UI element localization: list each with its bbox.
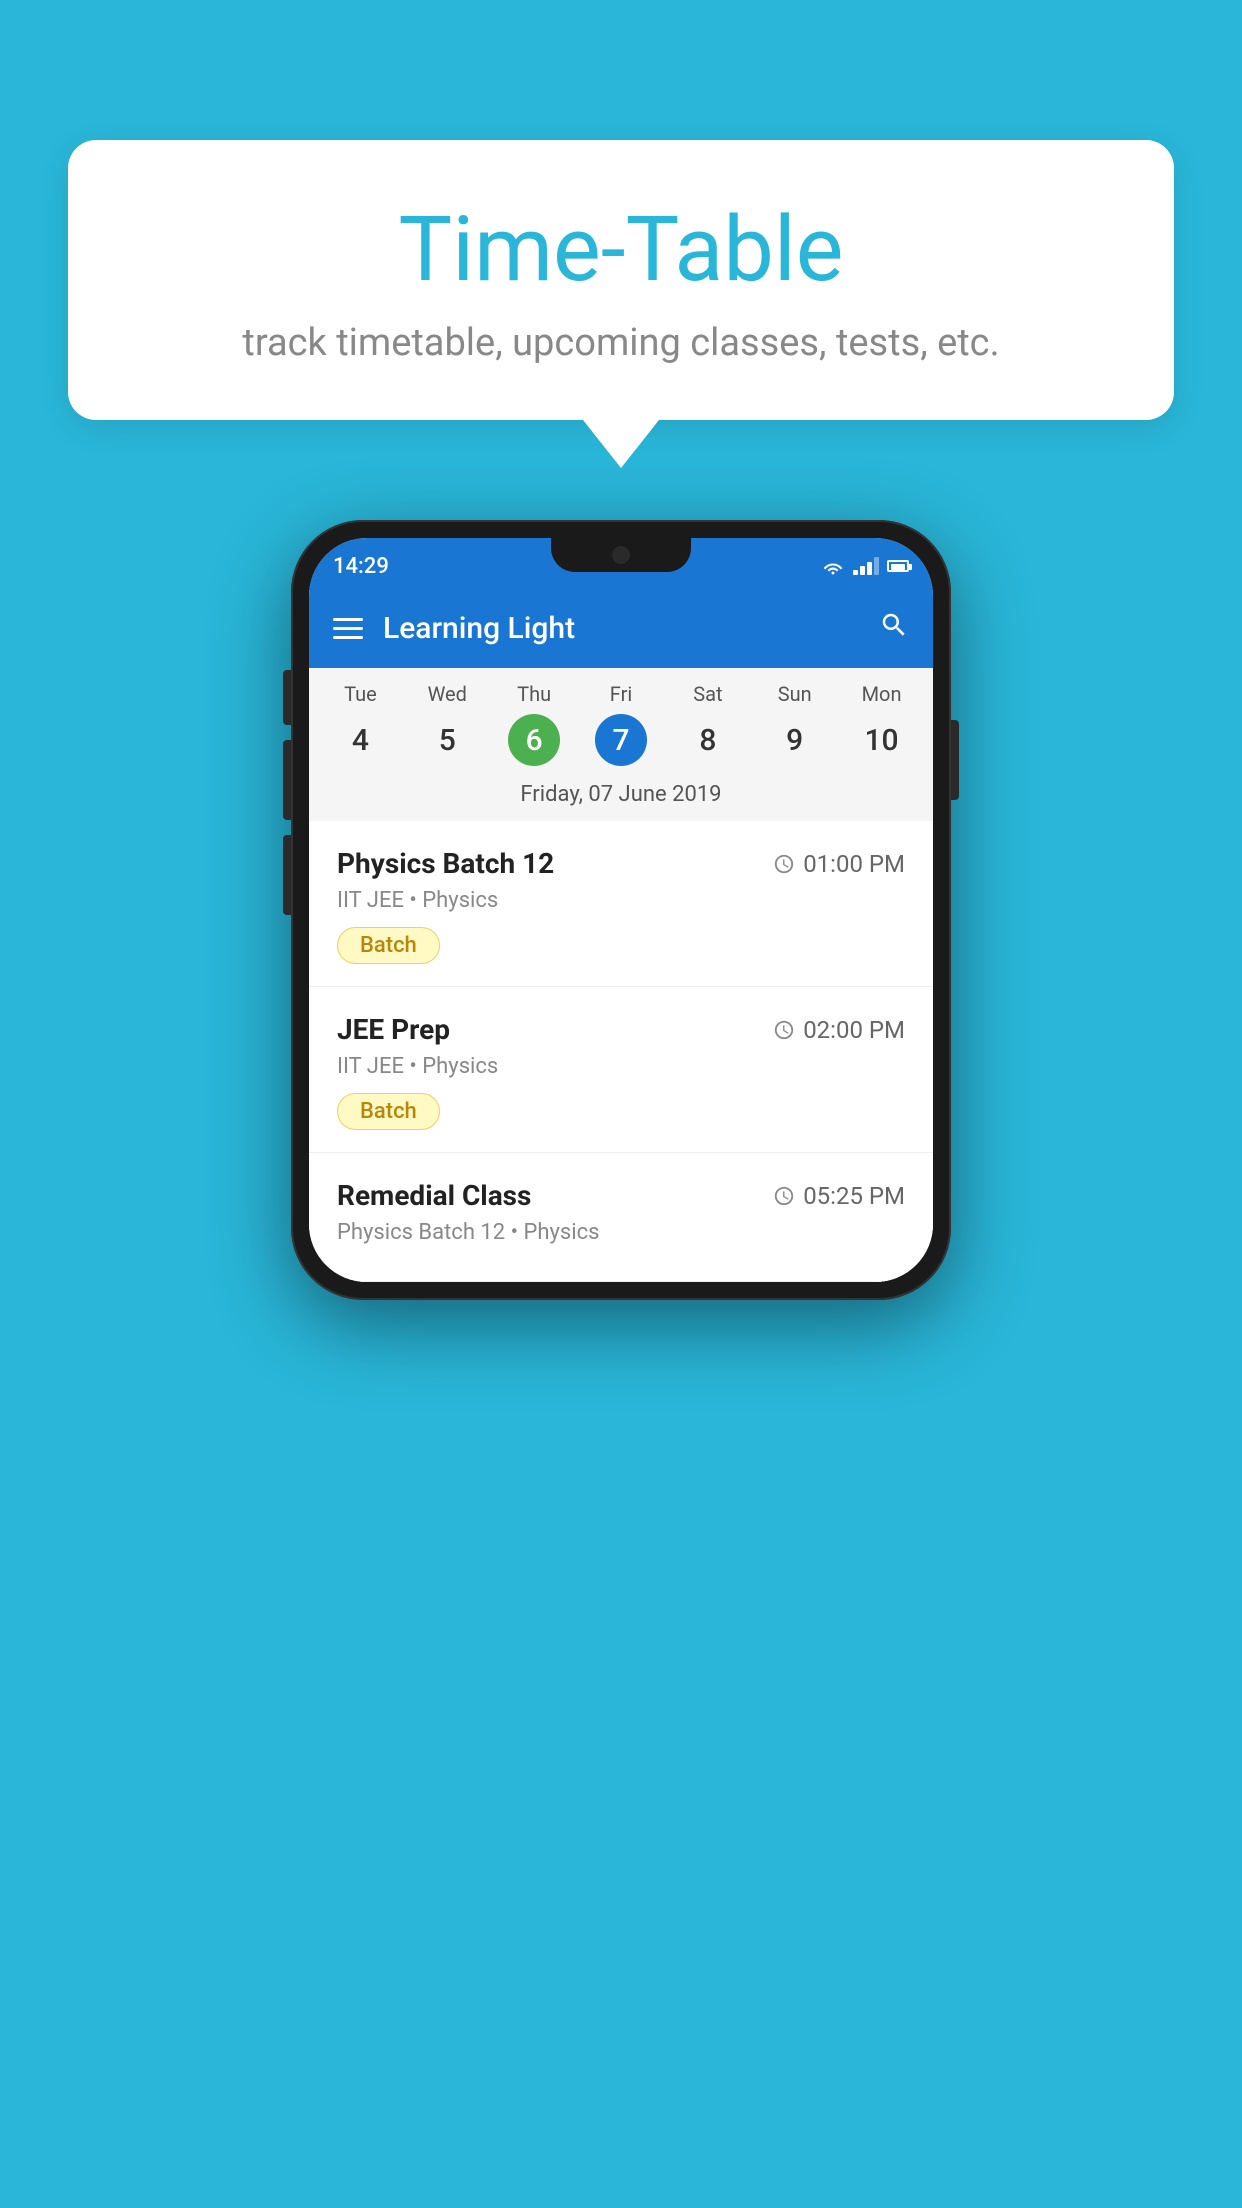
schedule-item-1-time: 02:00 PM xyxy=(803,1016,905,1044)
schedule-item-0-time-container: 01:00 PM xyxy=(773,850,905,878)
schedule-list: Physics Batch 12 01:00 PM IIT JEE • Phys… xyxy=(309,821,933,1282)
calendar-day-8[interactable]: 8 xyxy=(664,714,751,766)
calendar-day-6-today[interactable]: 6 xyxy=(508,714,560,766)
volume-up-button xyxy=(283,740,291,820)
calendar-day-4[interactable]: 4 xyxy=(317,714,404,766)
volume-down-button xyxy=(283,835,291,915)
schedule-item-2[interactable]: Remedial Class 05:25 PM Physics Batch 12… xyxy=(309,1153,933,1282)
feature-title: Time-Table xyxy=(128,200,1114,299)
app-bar: Learning Light xyxy=(309,588,933,668)
speech-bubble-section: Time-Table track timetable, upcoming cla… xyxy=(68,140,1174,468)
day-header-3: Fri xyxy=(578,682,665,706)
signal-icon xyxy=(853,557,879,575)
schedule-item-1-title: JEE Prep xyxy=(337,1013,450,1046)
volume-silent-button xyxy=(283,670,291,725)
schedule-item-0-time: 01:00 PM xyxy=(803,850,905,878)
hamburger-menu-button[interactable] xyxy=(333,618,363,639)
calendar-day-10[interactable]: 10 xyxy=(838,714,925,766)
calendar-day-9[interactable]: 9 xyxy=(751,714,838,766)
phone-notch xyxy=(551,538,691,572)
wifi-icon xyxy=(821,557,845,575)
phone-mockup: 14:29 xyxy=(68,520,1174,1300)
schedule-item-0-subtitle: IIT JEE • Physics xyxy=(337,888,905,913)
feature-subtitle: track timetable, upcoming classes, tests… xyxy=(128,321,1114,365)
day-headers-row: Tue Wed Thu Fri Sat Sun Mon xyxy=(309,668,933,710)
search-icon[interactable] xyxy=(879,610,909,647)
schedule-item-1-time-container: 02:00 PM xyxy=(773,1016,905,1044)
selected-date-label: Friday, 07 June 2019 xyxy=(309,776,933,821)
schedule-item-2-time-container: 05:25 PM xyxy=(773,1182,905,1210)
calendar-section: Tue Wed Thu Fri Sat Sun Mon 4 5 6 7 8 9 … xyxy=(309,668,933,821)
schedule-item-1-badge: Batch xyxy=(337,1093,440,1130)
clock-icon-0 xyxy=(773,853,795,875)
day-header-4: Sat xyxy=(664,682,751,706)
app-title: Learning Light xyxy=(383,611,859,646)
schedule-item-0-header: Physics Batch 12 01:00 PM xyxy=(337,847,905,880)
hamburger-line-3 xyxy=(333,636,363,639)
schedule-item-0-badge: Batch xyxy=(337,927,440,964)
day-header-0: Tue xyxy=(317,682,404,706)
day-header-2: Thu xyxy=(491,682,578,706)
day-header-5: Sun xyxy=(751,682,838,706)
schedule-item-2-time: 05:25 PM xyxy=(803,1182,905,1210)
day-header-6: Mon xyxy=(838,682,925,706)
schedule-item-2-subtitle: Physics Batch 12 • Physics xyxy=(337,1220,905,1245)
schedule-item-2-header: Remedial Class 05:25 PM xyxy=(337,1179,905,1212)
speech-bubble: Time-Table track timetable, upcoming cla… xyxy=(68,140,1174,420)
battery-icon xyxy=(887,560,909,572)
front-camera xyxy=(612,546,630,564)
hamburger-line-1 xyxy=(333,618,363,621)
hamburger-line-2 xyxy=(333,627,363,630)
status-time: 14:29 xyxy=(333,554,389,579)
clock-icon-1 xyxy=(773,1019,795,1041)
speech-bubble-arrow xyxy=(583,420,659,468)
schedule-item-0[interactable]: Physics Batch 12 01:00 PM IIT JEE • Phys… xyxy=(309,821,933,987)
phone-frame: 14:29 xyxy=(291,520,951,1300)
schedule-item-1-subtitle: IIT JEE • Physics xyxy=(337,1054,905,1079)
clock-icon-2 xyxy=(773,1185,795,1207)
schedule-item-2-title: Remedial Class xyxy=(337,1179,531,1212)
power-button xyxy=(951,720,959,800)
day-numbers-row: 4 5 6 7 8 9 10 xyxy=(309,710,933,776)
phone-screen: 14:29 xyxy=(309,538,933,1282)
calendar-day-7-selected[interactable]: 7 xyxy=(595,714,647,766)
day-header-1: Wed xyxy=(404,682,491,706)
schedule-item-1[interactable]: JEE Prep 02:00 PM IIT JEE • Physics Batc… xyxy=(309,987,933,1153)
calendar-day-5[interactable]: 5 xyxy=(404,714,491,766)
status-icons xyxy=(821,557,909,575)
schedule-item-0-title: Physics Batch 12 xyxy=(337,847,554,880)
schedule-item-1-header: JEE Prep 02:00 PM xyxy=(337,1013,905,1046)
